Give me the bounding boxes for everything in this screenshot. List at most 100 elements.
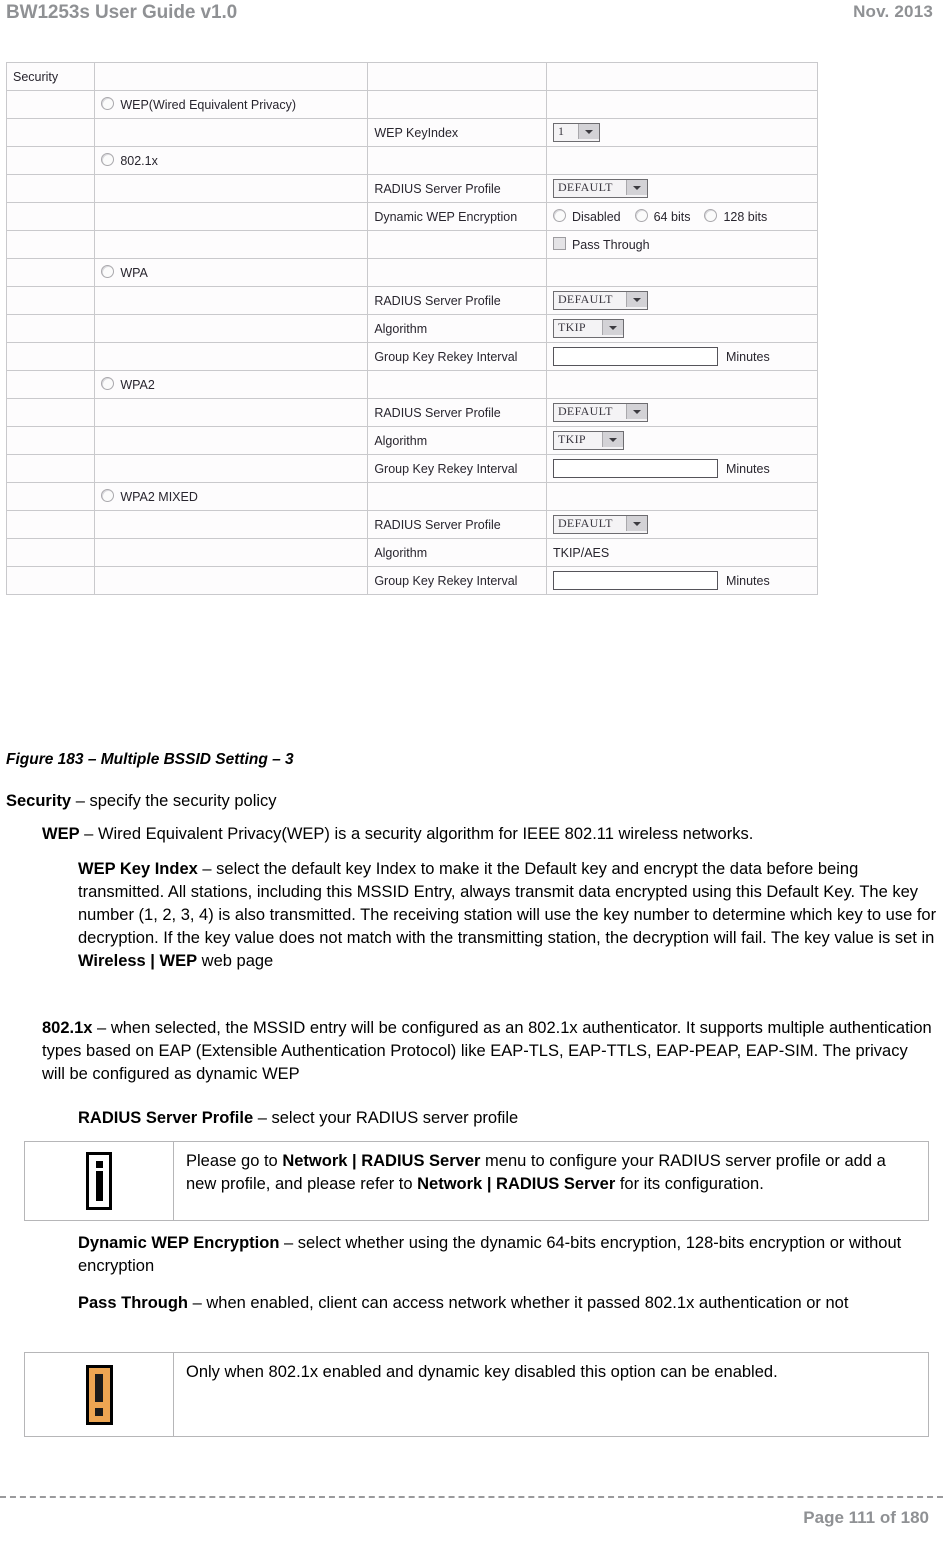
select-radius-server-profile[interactable]: DEFAULT [552, 515, 648, 534]
chevron-down-icon[interactable] [625, 180, 647, 195]
cell-option-wpa2-mixed[interactable]: WPA2 MIXED [94, 482, 369, 511]
note-info-text-c: for its configuration. [615, 1175, 764, 1193]
note-icon-cell [25, 1353, 174, 1436]
cell-option-wpa[interactable]: WPA [94, 258, 369, 287]
radio-64bits-icon[interactable] [634, 209, 648, 222]
label-dynamic-wep-encryption: Dynamic WEP Encryption [367, 202, 547, 231]
select-algorithm[interactable]: TKIP [552, 319, 624, 338]
cell-empty [545, 146, 819, 175]
cell-empty [94, 118, 369, 147]
radio-wpa2-icon[interactable] [101, 377, 115, 390]
label-radius-server-profile: RADIUS Server Profile [367, 174, 547, 203]
label-algorithm: Algorithm [367, 538, 547, 567]
paragraph-wep-key-index: WEP Key Index – select the default key I… [78, 858, 943, 973]
footer-page-number: Page 111 of 180 [803, 1508, 929, 1527]
cell-option-8021x[interactable]: 802.1x [94, 146, 369, 175]
chevron-down-icon[interactable] [601, 432, 623, 447]
desc-pass-through: – when enabled, client can access networ… [188, 1294, 849, 1312]
warning-icon-dot [95, 1407, 103, 1416]
select-algorithm-value: TKIP [557, 320, 586, 334]
unit-minutes-label: Minutes [725, 349, 770, 364]
table-row: Group Key Rekey Interval Minutes [5, 454, 819, 483]
cell-option-wep[interactable]: WEP(Wired Equivalent Privacy) [94, 90, 369, 119]
table-row: WEP KeyIndex 1 [5, 118, 819, 147]
radio-disabled-icon[interactable] [552, 209, 566, 222]
radio-option-64bits[interactable]: 64 bits [634, 209, 691, 224]
cell-empty [5, 286, 96, 315]
chevron-down-icon[interactable] [625, 292, 647, 307]
cell-control-radius-profile: DEFAULT [545, 174, 819, 203]
label-group-key-rekey-interval: Group Key Rekey Interval [367, 566, 547, 595]
table-row: RADIUS Server Profile DEFAULT [5, 398, 819, 427]
label-algorithm: Algorithm [367, 426, 547, 455]
unit-minutes-label: Minutes [725, 461, 770, 476]
table-row: WPA2 [5, 370, 819, 399]
radio-wpa-icon[interactable] [101, 265, 115, 278]
cell-empty [545, 482, 819, 511]
radio-8021x-icon[interactable] [101, 153, 115, 166]
table-row: Group Key Rekey Interval Minutes [5, 342, 819, 371]
select-algorithm[interactable]: TKIP [552, 431, 624, 450]
chevron-down-icon[interactable] [625, 404, 647, 419]
term-radius-server-profile: RADIUS Server Profile [78, 1109, 254, 1127]
cell-control-radius-profile: DEFAULT [545, 286, 819, 315]
info-icon [86, 1152, 112, 1210]
cell-empty [5, 146, 96, 175]
document-header: BW1253s User Guide v1.0 Nov. 2013 [0, 0, 943, 36]
input-group-key-rekey-interval[interactable] [552, 459, 718, 478]
term-wep: WEP [42, 825, 80, 843]
cell-empty [94, 230, 369, 259]
radio-wpa2-mixed-icon[interactable] [101, 489, 115, 502]
cell-empty [94, 342, 369, 371]
warning-icon [85, 1364, 113, 1425]
table-row: Pass Through [5, 230, 819, 259]
radio-wpa-label: WPA [120, 266, 148, 280]
table-row: Algorithm TKIP/AES [5, 538, 819, 567]
desc-wep: – Wired Equivalent Privacy(WEP) is a sec… [79, 825, 754, 843]
select-wep-keyindex[interactable]: 1 [552, 123, 600, 142]
input-group-key-rekey-interval[interactable] [552, 571, 718, 590]
term-security: Security [6, 792, 72, 810]
cell-empty [94, 426, 369, 455]
cell-empty [545, 90, 819, 119]
cell-empty [94, 174, 369, 203]
cell-control-group-key-rekey: Minutes [545, 342, 819, 371]
radio-option-disabled[interactable]: Disabled [552, 209, 621, 224]
radio-disabled-label: Disabled [571, 210, 621, 224]
chevron-down-icon[interactable] [625, 516, 647, 531]
radio-option-128bits[interactable]: 128 bits [704, 209, 767, 224]
label-group-key-rekey-interval: Group Key Rekey Interval [367, 342, 547, 371]
label-group-key-rekey-interval: Group Key Rekey Interval [367, 454, 547, 483]
cell-empty [94, 454, 369, 483]
input-group-key-rekey-interval[interactable] [552, 347, 718, 366]
cell-control-pass-through[interactable]: Pass Through [545, 230, 819, 259]
chevron-down-icon[interactable] [577, 124, 599, 139]
table-row: Algorithm TKIP [5, 314, 819, 343]
desc-security: – specify the security policy [71, 792, 277, 810]
cell-empty [5, 314, 96, 343]
table-row: RADIUS Server Profile DEFAULT [5, 510, 819, 539]
select-radius-server-profile[interactable]: DEFAULT [552, 179, 648, 198]
table-row: RADIUS Server Profile DEFAULT [5, 174, 819, 203]
table-row: Group Key Rekey Interval Minutes [5, 566, 819, 595]
unit-minutes-label: Minutes [725, 573, 770, 588]
note-box-info: Please go to Network | RADIUS Server men… [24, 1141, 929, 1221]
radio-128bits-icon[interactable] [704, 209, 718, 222]
term-wep-key-index: WEP Key Index [78, 860, 198, 878]
term-8021x: 802.1x [42, 1019, 93, 1037]
table-row: WEP(Wired Equivalent Privacy) [5, 90, 819, 119]
chevron-down-icon[interactable] [601, 320, 623, 335]
paragraph-wep: WEP – Wired Equivalent Privacy(WEP) is a… [42, 823, 942, 846]
cell-empty [545, 370, 819, 399]
cell-empty [367, 90, 547, 119]
radio-wep-icon[interactable] [101, 97, 115, 110]
cell-control-wep-keyindex: 1 [545, 118, 819, 147]
cell-option-wpa2[interactable]: WPA2 [94, 370, 369, 399]
term-dynamic-wep-encryption: Dynamic WEP Encryption [78, 1234, 280, 1252]
desc-wep-key-index-b: web page [197, 952, 274, 970]
select-radius-server-profile[interactable]: DEFAULT [552, 291, 648, 310]
algorithm-static-value: TKIP/AES [552, 545, 610, 560]
checkbox-pass-through-icon[interactable] [552, 237, 566, 250]
radio-64bits-label: 64 bits [653, 210, 691, 224]
select-radius-server-profile[interactable]: DEFAULT [552, 403, 648, 422]
